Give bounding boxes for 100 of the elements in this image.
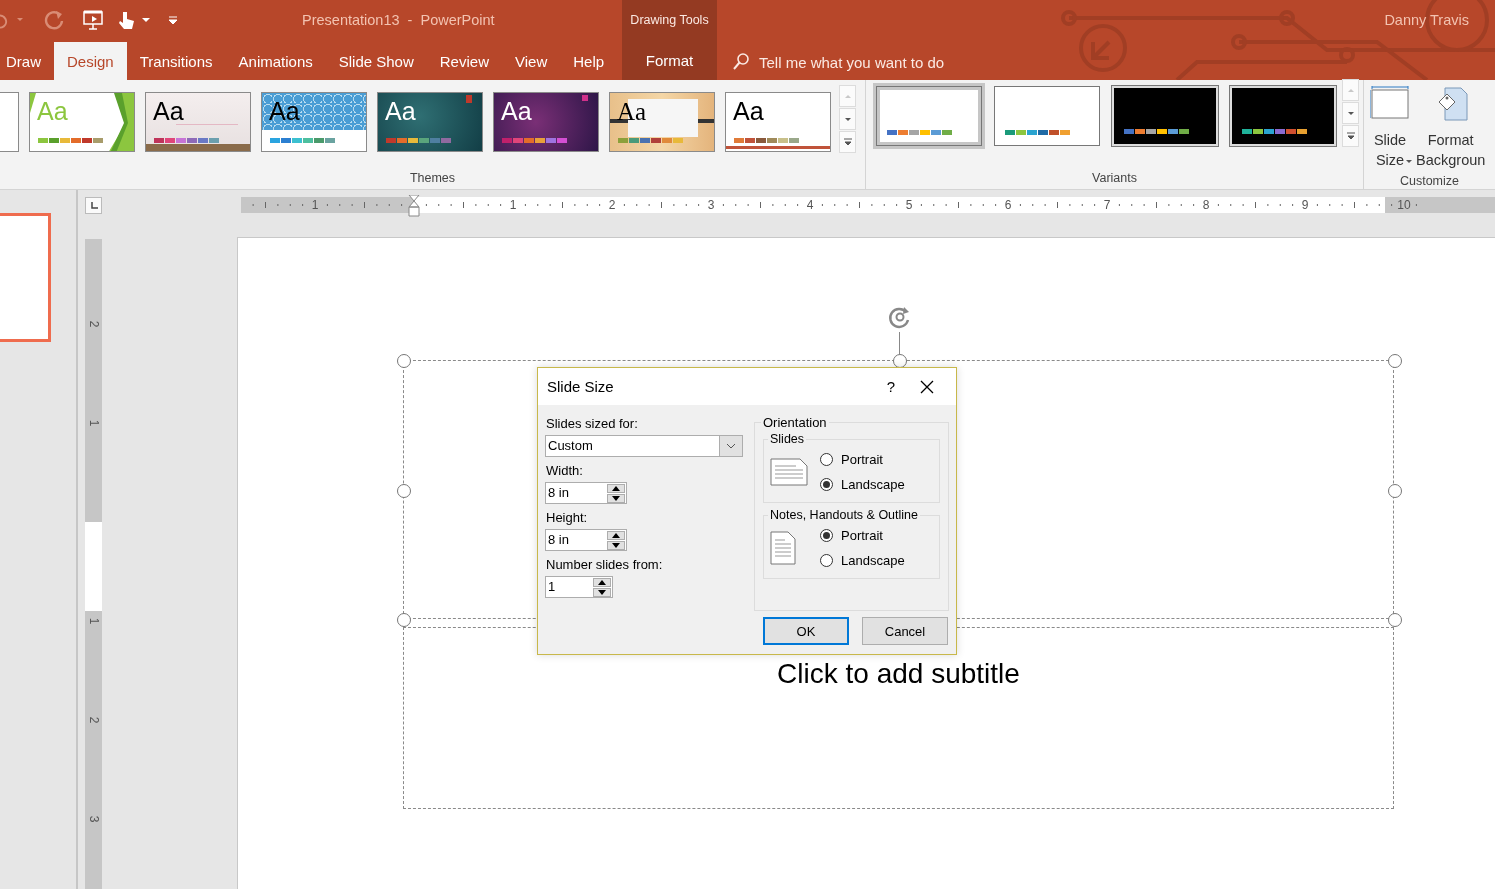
left-tab-icon [89, 201, 98, 210]
theme-thumbnail[interactable]: Aa [725, 92, 831, 152]
group-label: Customize [1399, 174, 1459, 188]
radio-button[interactable] [820, 554, 833, 567]
presenter-icon [82, 9, 106, 31]
ruler-label: 3 [706, 197, 716, 213]
ribbon-tab[interactable]: View [501, 42, 561, 80]
redo-icon [44, 9, 66, 31]
dialog-button[interactable]: Cancel [862, 617, 948, 645]
field-label: Slides sized for: [546, 416, 639, 431]
ruler-label: 7 [1102, 197, 1112, 213]
ruler-label: 4 [805, 197, 815, 213]
indent-marker [408, 195, 420, 217]
radio-label[interactable]: Portrait [841, 452, 883, 467]
resize-handle[interactable] [397, 354, 411, 368]
number-field[interactable]: 8 in [545, 482, 627, 504]
group-label: Slides [769, 432, 806, 446]
spin-up-button[interactable] [607, 483, 625, 493]
spin-down-button[interactable] [607, 493, 625, 503]
resize-handle[interactable] [397, 483, 411, 498]
gallery-more-button[interactable] [839, 131, 856, 153]
field-label: Number slides from: [546, 557, 664, 572]
radio-button[interactable] [820, 529, 833, 542]
variant-thumbnail[interactable] [994, 86, 1100, 146]
theme-thumbnail[interactable]: Aa [609, 92, 715, 152]
number-field[interactable]: 1 [545, 576, 613, 598]
spin-up-button[interactable] [607, 530, 625, 540]
resize-handle[interactable] [1388, 354, 1402, 368]
spin-down-button[interactable] [607, 540, 625, 550]
ribbon-button[interactable]: Format Backgroun [1416, 86, 1486, 170]
slide-size-icon [1370, 86, 1410, 122]
radio-label[interactable]: Landscape [841, 553, 905, 568]
ruler-label: 3 [85, 814, 102, 825]
theme-thumbnail[interactable] [0, 92, 19, 152]
ruler-label: 2 [607, 197, 617, 213]
portrait-page-icon [770, 531, 796, 565]
caret-icon [843, 115, 852, 123]
ruler-label: 2 [85, 715, 102, 726]
caret-icon [1346, 86, 1355, 94]
ribbon-tab[interactable]: Help [560, 42, 618, 80]
ruler-label: 6 [1003, 197, 1013, 213]
radio-button[interactable] [820, 453, 833, 466]
theme-thumbnail[interactable]: Aa [145, 92, 251, 152]
search-field[interactable]: Tell me what you want to do [759, 53, 945, 71]
help-button[interactable]: ? [876, 378, 906, 395]
theme-thumbnail[interactable]: Aa [261, 92, 367, 152]
variant-thumbnail[interactable] [876, 86, 982, 146]
touch-icon [116, 9, 136, 31]
dialog-button[interactable]: OK [763, 617, 849, 645]
field-label: Height: [546, 510, 589, 525]
group-label: Notes, Handouts & Outline [769, 508, 919, 522]
ruler-label: 1 [310, 197, 320, 213]
resize-handle[interactable] [1388, 483, 1402, 498]
ruler-label: 1 [85, 616, 102, 627]
search-icon [731, 52, 751, 72]
resize-handle[interactable] [397, 613, 411, 627]
theme-thumbnail[interactable]: Aa [377, 92, 483, 152]
landscape-page-icon [770, 458, 808, 486]
ribbon-tab[interactable]: Format [632, 41, 707, 79]
ribbon-tab[interactable]: Transitions [126, 42, 226, 80]
caret-icon [16, 18, 24, 22]
ruler-label: 9 [1300, 197, 1310, 213]
ruler-label: 1 [508, 197, 518, 213]
field-label: Width: [546, 463, 584, 478]
slide-thumbnail[interactable] [0, 213, 51, 342]
ribbon-tab[interactable]: Draw [0, 42, 54, 80]
window-title: Presentation13 - PowerPoint [302, 12, 495, 28]
context-group-label: Drawing Tools [630, 13, 709, 27]
ruler-label: 1 [85, 418, 102, 429]
ruler-label: 2 [85, 319, 102, 330]
gallery-more-button[interactable] [1342, 125, 1359, 147]
theme-thumbnail[interactable]: Aa [493, 92, 599, 152]
more-icon [1346, 132, 1355, 140]
ribbon-tab[interactable]: Design [54, 42, 127, 80]
radio-label[interactable]: Portrait [841, 528, 883, 543]
caret-icon [843, 92, 852, 100]
ribbon-tab[interactable]: Animations [225, 42, 326, 80]
chevron-down-icon [726, 443, 736, 449]
close-icon[interactable] [920, 379, 934, 394]
resize-handle[interactable] [1388, 613, 1402, 627]
caret-icon [1405, 157, 1414, 165]
dialog-title: Slide Size [547, 378, 615, 395]
ruler-label: 5 [904, 197, 914, 213]
spin-up-button[interactable] [593, 577, 611, 587]
more-icon [843, 138, 852, 146]
radio-label[interactable]: Landscape [841, 477, 905, 492]
ribbon-tab[interactable]: Slide Show [325, 42, 427, 80]
resize-handle[interactable] [892, 354, 907, 368]
ruler-label: 10 [1396, 197, 1412, 213]
spin-down-button[interactable] [593, 587, 611, 597]
caret-icon [1346, 109, 1355, 117]
ribbon-button[interactable]: Slide Size [1370, 86, 1410, 170]
size-dropdown[interactable]: Custom [545, 435, 743, 457]
group-label: Variants [1092, 171, 1137, 185]
tab-stop-selector[interactable] [85, 197, 102, 214]
ribbon-tab[interactable]: Review [426, 42, 502, 80]
group-label: Themes [409, 171, 456, 185]
radio-button[interactable] [820, 478, 833, 491]
caret-icon [142, 18, 150, 22]
number-field[interactable]: 8 in [545, 529, 627, 551]
